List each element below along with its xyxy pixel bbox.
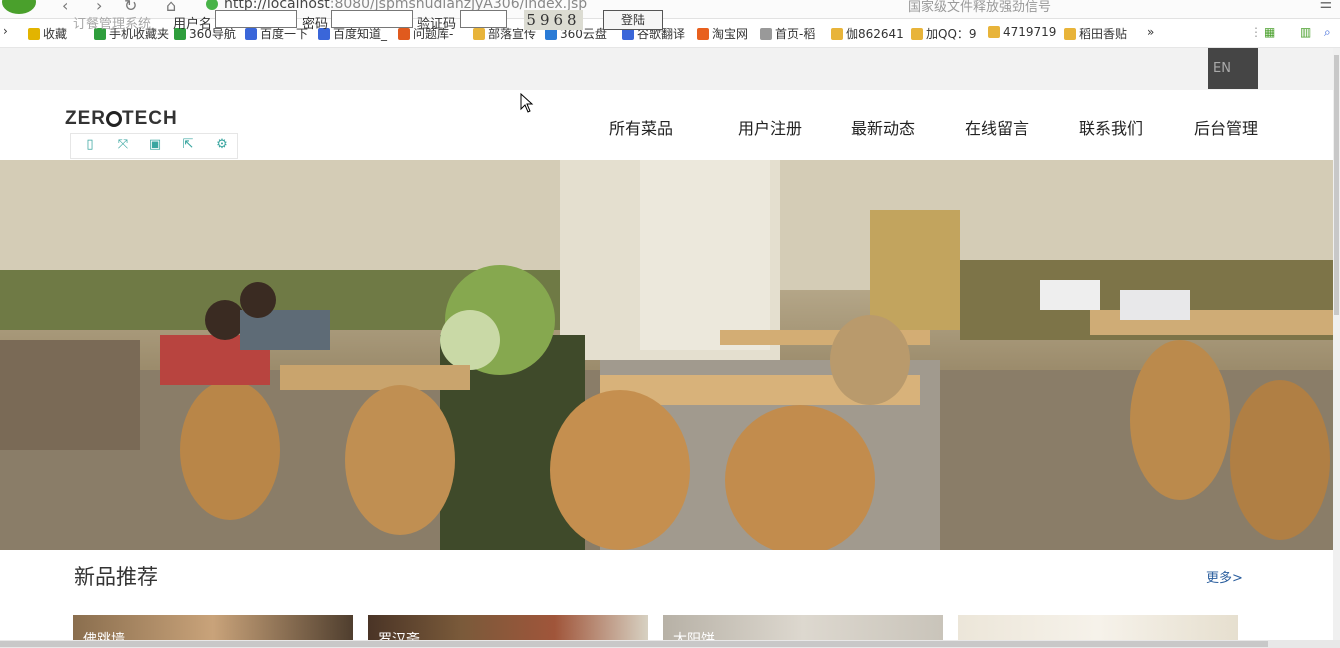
restaurant-photo [0, 160, 1333, 550]
nav-register[interactable]: 用户注册 [738, 115, 802, 139]
browser-logo-icon[interactable] [2, 0, 36, 14]
tool-fullscreen-icon[interactable]: ⤧ [116, 138, 130, 152]
bookmark-item[interactable]: 伽862641 [831, 25, 904, 42]
more-link[interactable]: 更多> [1206, 567, 1243, 586]
banner-image [0, 160, 1333, 550]
bookmark-icon [398, 28, 410, 40]
menu-icon[interactable]: ☰ [1319, 0, 1332, 12]
language-button[interactable]: EN [1208, 48, 1258, 89]
bookmark-icon [1064, 28, 1076, 40]
username-input[interactable] [215, 10, 297, 28]
tool-share-icon[interactable]: ⇱ [181, 138, 195, 152]
site-logo[interactable]: ZER TECH [65, 108, 178, 130]
secure-icon [206, 0, 218, 10]
login-bar [0, 48, 1333, 90]
password-input[interactable] [331, 10, 413, 28]
login-button[interactable]: 登陆 [603, 10, 663, 30]
bookmark-item[interactable]: 淘宝网 [697, 25, 748, 42]
tool-save-icon[interactable]: ▣ [148, 138, 162, 152]
bookmark-item[interactable]: 稻田香贴 [1064, 25, 1127, 42]
bookmark-item[interactable]: 加QQ：9 [911, 25, 977, 42]
nav-admin[interactable]: 后台管理 [1194, 115, 1258, 139]
username-label: 用户名 [173, 17, 213, 32]
search-hint[interactable]: 国家级文件释放强劲信号 [908, 0, 1051, 15]
nav-news[interactable]: 最新动态 [851, 115, 915, 139]
bookmark-label: 稻田香贴 [1079, 27, 1128, 41]
bookmark-icon [760, 28, 772, 40]
bookmark-icon [911, 28, 923, 40]
nav-all-dishes[interactable]: 所有菜品 [609, 115, 673, 139]
captcha-label: 验证码 [417, 17, 457, 32]
vertical-scroll-thumb[interactable] [1334, 55, 1339, 315]
logo-o-icon [106, 111, 122, 127]
bookmark-label: 收藏 [43, 27, 68, 41]
bookmark-icon [831, 28, 843, 40]
bookmark-label: 百度知道_ [333, 27, 388, 41]
horizontal-scroll-thumb[interactable] [0, 641, 1268, 647]
password-label: 密码 [302, 17, 329, 32]
bookmark-label: 伽862641 [846, 27, 904, 41]
bookmark-label: 4719719 [1003, 25, 1057, 39]
bookmark-icon [988, 26, 1000, 38]
floating-toolbar: ▯ ⤧ ▣ ⇱ ⚙ [70, 133, 238, 159]
bookmark-item[interactable]: 首页-稻 [760, 25, 815, 42]
apps-icon[interactable]: ▦ [1264, 25, 1275, 39]
bookmarks-overflow[interactable]: » [1147, 25, 1154, 39]
search-icon[interactable]: ⌕ [1324, 25, 1331, 40]
address-bar[interactable]: http://localhost:8080/jspmshudianzjyA306… [206, 0, 816, 16]
logo-text-right: TECH [122, 108, 178, 129]
bookmark-icon [473, 28, 485, 40]
bookmark-label: 首页-稻 [775, 27, 816, 41]
bookmark-label: 加QQ：9 [926, 27, 977, 41]
nav-contact[interactable]: 联系我们 [1079, 115, 1143, 139]
reader-icon[interactable]: ▥ [1300, 25, 1311, 39]
system-name: 订餐管理系统 [73, 17, 152, 32]
captcha-image[interactable]: 5968 [524, 10, 583, 30]
nav-messages[interactable]: 在线留言 [965, 115, 1029, 139]
bookmark-item[interactable]: 4719719 [988, 25, 1056, 39]
tool-mobile-icon[interactable]: ▯ [83, 138, 97, 152]
bookmark-icon [28, 28, 40, 40]
mouse-cursor-icon [520, 93, 534, 113]
bookmarks-expand-icon[interactable]: › [3, 24, 8, 38]
section-title: 新品推荐 [74, 565, 158, 589]
bookmark-icon [245, 28, 257, 40]
bookmark-item[interactable]: 收藏 [28, 25, 67, 42]
bookmark-label: 淘宝网 [712, 27, 749, 41]
tool-settings-icon[interactable]: ⚙ [215, 138, 229, 152]
logo-text-left: ZER [65, 108, 106, 129]
captcha-input[interactable] [460, 10, 507, 28]
bookmark-label: 百度一下 [260, 27, 309, 41]
back-icon[interactable]: ‹ [62, 0, 68, 15]
more-options-icon[interactable]: ⋮ [1250, 25, 1262, 39]
bookmark-icon [697, 28, 709, 40]
